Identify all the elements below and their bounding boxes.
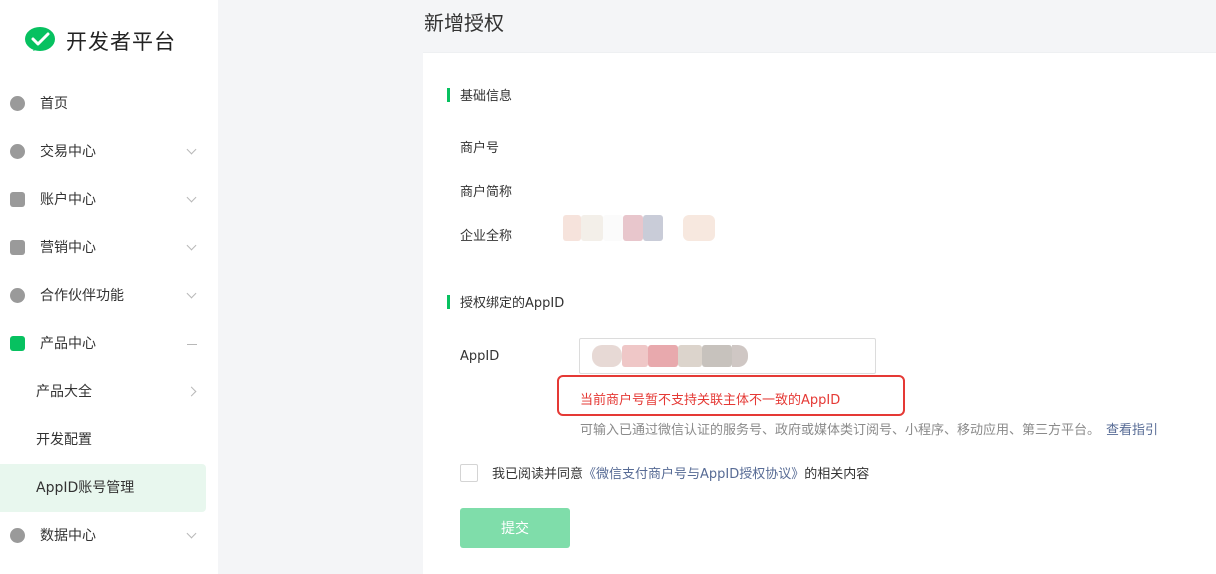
sidebar-item-label: 首页	[40, 96, 68, 112]
view-guide-link[interactable]: 查看指引	[1106, 423, 1158, 438]
chevron-right-icon	[186, 386, 197, 397]
sidebar-item-home[interactable]: 首页	[0, 80, 218, 128]
sidebar-item-label: 数据中心	[40, 528, 96, 544]
partner-icon	[10, 288, 25, 303]
home-icon	[10, 96, 25, 111]
chevron-down-icon	[186, 288, 197, 299]
sidebar-item-data[interactable]: 数据中心	[0, 512, 218, 560]
chevron-down-icon	[186, 144, 197, 155]
agreement-checkbox[interactable]	[460, 463, 478, 482]
chart-pie-icon	[10, 528, 25, 543]
exchange-icon	[10, 144, 25, 159]
company-full-name-label: 企业全称	[460, 229, 513, 244]
wechat-pay-logo-icon	[25, 27, 55, 51]
submit-button[interactable]: 提交	[460, 508, 570, 548]
sidebar-item-partner[interactable]: 合作伙伴功能	[0, 272, 218, 320]
sidebar-item-label: 产品中心	[40, 336, 96, 352]
page-title: 新增授权	[424, 11, 504, 35]
appid-hint-text: 可输入已通过微信认证的服务号、政府或媒体类订阅号、小程序、移动应用、第三方平台。	[580, 423, 1101, 438]
sidebar-item-label: 营销中心	[40, 240, 96, 256]
appid-error-message: 当前商户号暂不支持关联主体不一致的AppID	[580, 393, 841, 408]
sidebar-item-product[interactable]: 产品中心	[0, 320, 218, 368]
section-accent-bar	[447, 87, 450, 102]
authorization-form-panel: 基础信息 商户号 商户简称 企业全称 授权绑定的AppID AppID 当前商户…	[423, 52, 1216, 574]
sidebar-item-account[interactable]: 账户中心	[0, 176, 218, 224]
sidebar-item-label: 交易中心	[40, 144, 96, 160]
appid-label: AppID	[460, 349, 500, 364]
sidebar-subitem-dev-config[interactable]: 开发配置	[0, 416, 218, 464]
appid-input[interactable]	[579, 338, 876, 374]
sidebar-item-label: 产品大全	[36, 384, 92, 400]
section-basic-info: 基础信息	[447, 85, 512, 104]
sidebar-item-label: 开发配置	[36, 432, 92, 448]
section-title: 基础信息	[460, 89, 513, 104]
agreement-prefix: 我已阅读并同意	[492, 467, 584, 482]
sidebar-item-trade[interactable]: 交易中心	[0, 128, 218, 176]
chevron-down-icon	[186, 240, 197, 251]
sidebar: 开发者平台 首页 交易中心 账户中心 营销中心 合作伙伴功能 产品中心 产品大全…	[0, 0, 218, 574]
product-grid-icon	[10, 336, 25, 351]
appid-hint: 可输入已通过微信认证的服务号、政府或媒体类订阅号、小程序、移动应用、第三方平台。…	[580, 419, 1158, 438]
brand-logo[interactable]: 开发者平台	[24, 26, 176, 56]
brand-name: 开发者平台	[66, 30, 176, 54]
chevron-down-icon	[186, 528, 197, 539]
account-icon	[10, 192, 25, 207]
sidebar-item-label: 账户中心	[40, 192, 96, 208]
sidebar-subitem-appid-management[interactable]: AppID账号管理	[0, 464, 206, 512]
minus-icon	[187, 344, 197, 345]
agreement-suffix: 的相关内容	[804, 467, 870, 482]
sidebar-item-marketing[interactable]: 营销中心	[0, 224, 218, 272]
section-title: 授权绑定的AppID	[460, 296, 565, 311]
sidebar-item-label: AppID账号管理	[36, 480, 135, 496]
merchant-no-label: 商户号	[460, 141, 500, 156]
agreement-row: 我已阅读并同意 《微信支付商户号与AppID授权协议》 的相关内容	[460, 463, 869, 482]
coupon-icon	[10, 240, 25, 255]
sidebar-subitem-all-products[interactable]: 产品大全	[0, 368, 218, 416]
merchant-short-name-label: 商户简称	[460, 185, 513, 200]
section-accent-bar	[447, 294, 450, 309]
sidebar-item-label: 合作伙伴功能	[40, 288, 124, 304]
agreement-link[interactable]: 《微信支付商户号与AppID授权协议》	[583, 463, 804, 482]
section-appid: 授权绑定的AppID	[447, 292, 564, 311]
chevron-down-icon	[186, 192, 197, 203]
